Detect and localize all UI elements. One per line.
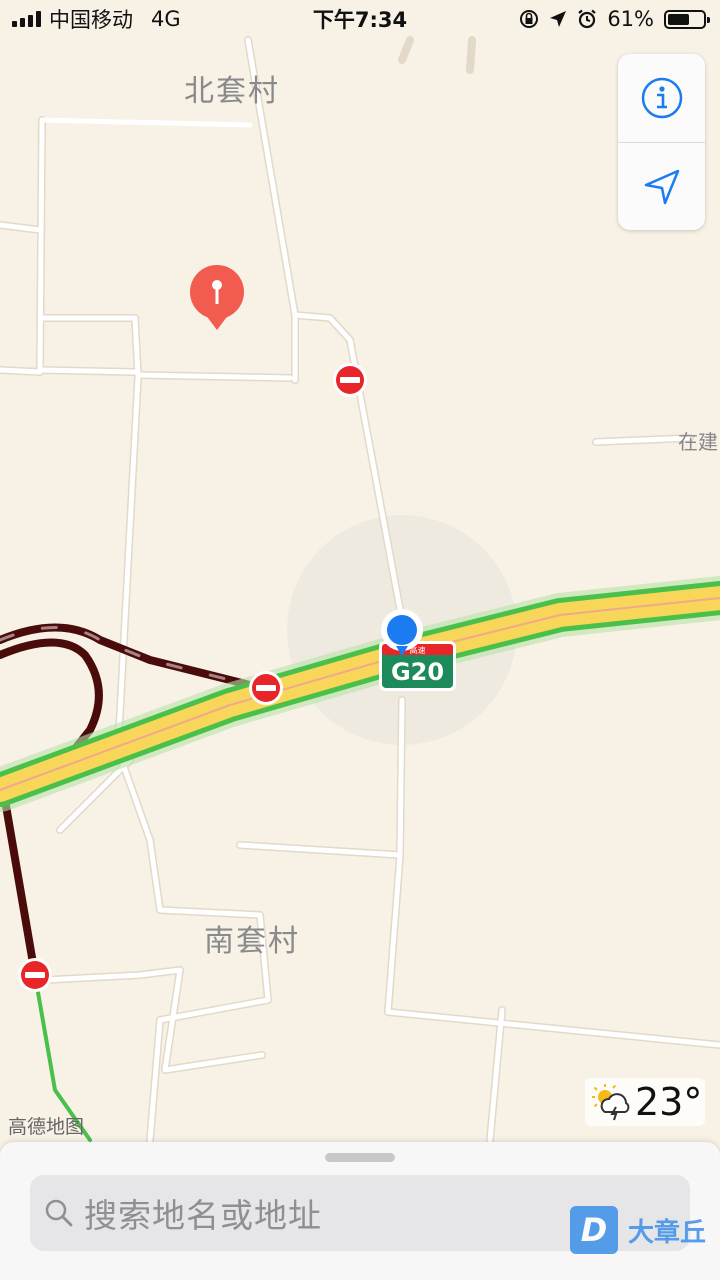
highway-shield: 高速 G20 xyxy=(379,641,456,691)
carrier-name: 中国移动 xyxy=(49,8,133,32)
watermark-logo: D xyxy=(570,1206,618,1254)
status-bar: 中国移动 4G 下午7:34 61% xyxy=(0,0,720,38)
network-type: 4G xyxy=(151,7,181,31)
shield-number: G20 xyxy=(391,658,444,686)
place-label-south-village: 南套村 xyxy=(204,924,300,959)
rotation-lock-icon xyxy=(520,10,539,28)
watermark: D 大章丘 xyxy=(570,1206,706,1254)
battery-percent: 61% xyxy=(607,7,654,31)
no-entry-sign-2 xyxy=(249,671,283,705)
no-entry-sign-3 xyxy=(18,958,52,992)
locate-me-button[interactable] xyxy=(618,142,705,230)
map-provider-logo: 高德地图 xyxy=(8,1116,85,1138)
search-icon xyxy=(45,1199,73,1227)
info-icon xyxy=(641,77,682,119)
cellular-signal-icon xyxy=(12,11,41,27)
map-controls-panel xyxy=(618,54,705,230)
location-arrow-icon xyxy=(644,169,679,204)
no-entry-sign-1 xyxy=(333,363,367,397)
sheet-grabber-handle[interactable] xyxy=(325,1153,395,1162)
map-info-button[interactable] xyxy=(618,54,705,142)
alarm-icon xyxy=(578,9,597,29)
sun-storm-icon xyxy=(592,1084,630,1121)
weather-temperature: 23° xyxy=(635,1080,703,1124)
weather-widget[interactable]: 23° xyxy=(585,1078,705,1126)
road-label-under-construction: 在建 xyxy=(678,430,718,454)
battery-icon xyxy=(664,9,710,29)
location-services-icon xyxy=(550,11,567,27)
place-label-north-village: 北套村 xyxy=(184,74,280,109)
watermark-text: 大章丘 xyxy=(628,1217,707,1248)
search-placeholder: 搜索地名或地址 xyxy=(84,1196,322,1235)
